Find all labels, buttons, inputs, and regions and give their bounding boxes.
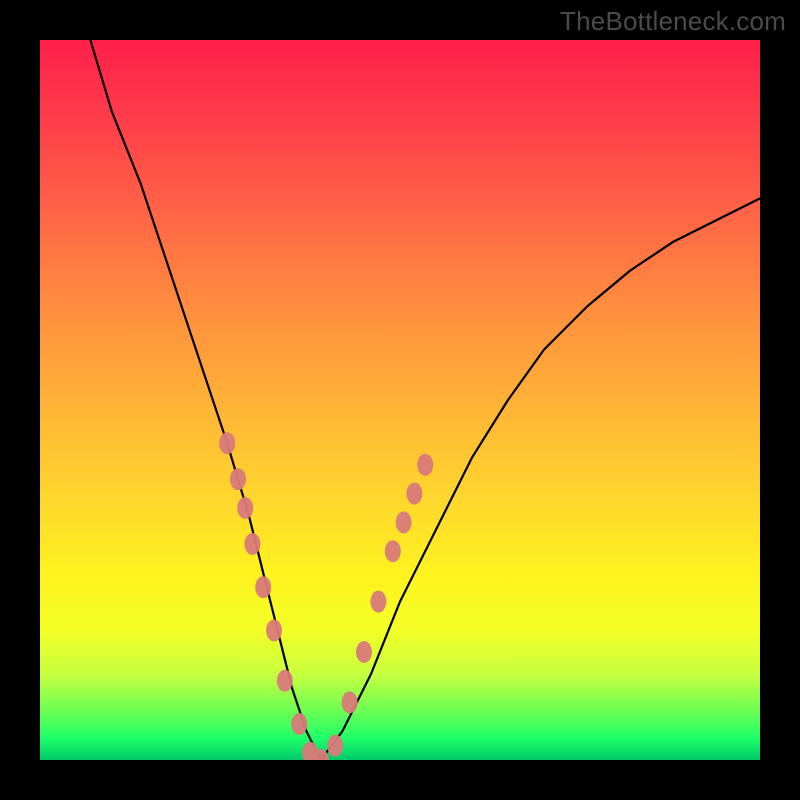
chart-svg — [40, 40, 760, 760]
highlight-points — [219, 432, 433, 760]
chart-frame: TheBottleneck.com — [0, 0, 800, 800]
watermark-text: TheBottleneck.com — [560, 6, 786, 37]
plot-area — [40, 40, 760, 760]
bottleneck-curve — [90, 40, 760, 760]
